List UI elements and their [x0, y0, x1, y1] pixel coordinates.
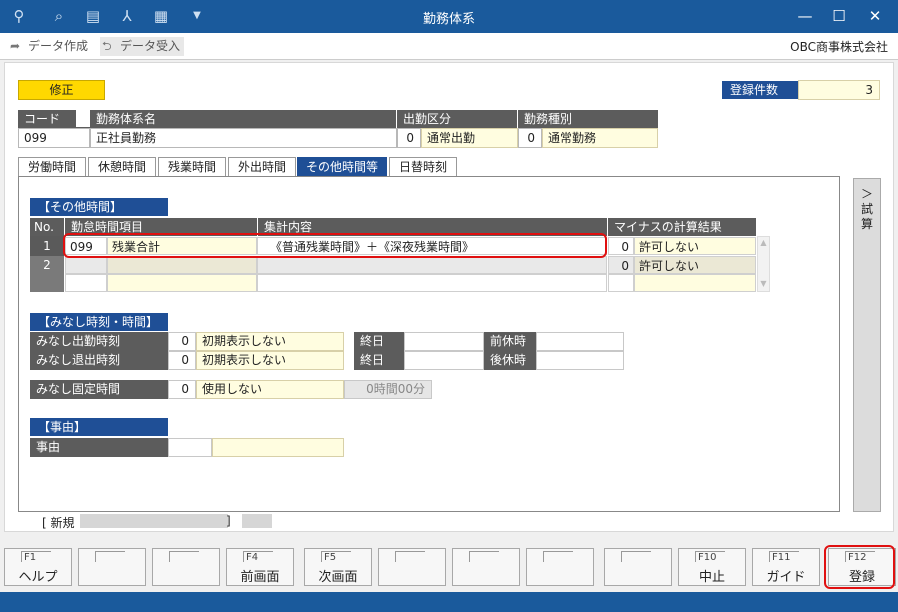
- record-count-label: 登録件数: [722, 81, 798, 99]
- status-redacted-2: [242, 514, 272, 528]
- minus-result-cell: [634, 274, 756, 292]
- deemed-in-endday-label: 終日: [354, 332, 404, 351]
- before-rest-label: 前休時: [484, 332, 536, 351]
- minimize-button[interactable]: —: [792, 6, 818, 26]
- item-code-cell[interactable]: [65, 256, 107, 274]
- row-number[interactable]: 2: [30, 256, 64, 274]
- scroll-up-icon[interactable]: ▲: [758, 238, 769, 247]
- f2-button[interactable]: [78, 548, 146, 586]
- worktype-name-field: 通常勤務: [542, 128, 658, 148]
- status-suffix: ]: [226, 514, 231, 528]
- col-code-header: コード: [18, 110, 76, 128]
- item-name-cell: [107, 256, 257, 274]
- tab-other-time[interactable]: その他時間等: [297, 157, 387, 177]
- data-create-button[interactable]: ➦ データ作成: [8, 37, 88, 56]
- mode-badge: 修正: [18, 80, 105, 100]
- f7-button[interactable]: [452, 548, 520, 586]
- trial-calc-label: ＞試算: [861, 187, 874, 231]
- record-count-value: 3: [798, 80, 880, 100]
- deemed-title: 【みなし時刻・時間】: [30, 313, 168, 331]
- col-minus-header: マイナスの計算結果: [608, 218, 756, 236]
- after-rest-label: 後休時: [484, 351, 536, 370]
- close-button[interactable]: ✕: [862, 6, 888, 26]
- f1-help-button[interactable]: F1 ヘルプ: [4, 548, 72, 586]
- deemed-fixed-label: みなし固定時間: [30, 380, 168, 399]
- row-number[interactable]: [30, 274, 64, 292]
- f9-button[interactable]: [604, 548, 672, 586]
- attendance-code-field[interactable]: 0: [397, 128, 421, 148]
- worktype-code-field[interactable]: 0: [518, 128, 542, 148]
- f4-prev-screen-button[interactable]: F4 前画面: [226, 548, 294, 586]
- data-create-label: データ作成: [28, 39, 89, 53]
- window-title: 勤務体系: [422, 12, 475, 27]
- deemed-out-label: みなし退出時刻: [30, 351, 168, 370]
- title-bar: ⚲ ⌕ ▤ ⅄ ▦ ▼ 勤務体系 — ☐ ✕: [0, 0, 898, 33]
- code-field[interactable]: 099: [18, 128, 90, 148]
- deemed-out-endday-field[interactable]: [404, 351, 484, 370]
- minus-result-cell: 許可しない: [634, 237, 756, 255]
- tab-break-time[interactable]: 休憩時間: [88, 157, 156, 177]
- name-field[interactable]: 正社員勤務: [90, 128, 397, 148]
- trial-calc-button[interactable]: ＞試算: [853, 178, 881, 512]
- minus-code-cell[interactable]: [608, 274, 634, 292]
- deemed-fixed-value: 使用しない: [196, 380, 344, 399]
- tab-outing-time[interactable]: 外出時間: [228, 157, 296, 177]
- export-icon: ➦: [10, 39, 21, 53]
- other-time-title: 【その他時間】: [30, 198, 168, 216]
- deemed-out-value: 初期表示しない: [196, 351, 344, 370]
- tab-labor-time[interactable]: 労働時間: [18, 157, 86, 177]
- grid-scrollbar[interactable]: ▲ ▼: [757, 236, 770, 292]
- deemed-in-value: 初期表示しない: [196, 332, 344, 351]
- f11-guide-button[interactable]: F11 ガイド: [752, 548, 820, 586]
- f3-button[interactable]: [152, 548, 220, 586]
- deemed-fixed-code[interactable]: 0: [168, 380, 196, 399]
- row-number[interactable]: 1: [30, 236, 64, 256]
- minus-code-cell[interactable]: 0: [608, 237, 634, 255]
- reason-label: 事由: [30, 438, 168, 457]
- scroll-down-icon[interactable]: ▼: [758, 279, 769, 288]
- deemed-fixed-time: 0時間00分: [344, 380, 432, 399]
- attendance-name-field: 通常出勤: [421, 128, 518, 148]
- deemed-in-label: みなし出勤時刻: [30, 332, 168, 351]
- company-name: OBC商事株式会社: [790, 40, 888, 54]
- reason-value-field: [212, 438, 344, 457]
- tab-overtime[interactable]: 残業時間: [158, 157, 226, 177]
- col-no-header: No.: [30, 218, 64, 236]
- toolbar: ➦ データ作成 ⮌ データ受入 OBC商事株式会社: [0, 33, 898, 60]
- item-name-cell: [107, 274, 257, 292]
- item-code-cell[interactable]: [65, 274, 107, 292]
- deemed-out-endday-label: 終日: [354, 351, 404, 370]
- reason-title: 【事由】: [30, 418, 168, 436]
- minus-code-cell[interactable]: 0: [608, 256, 634, 274]
- bottom-bar: [0, 592, 898, 612]
- f10-cancel-button[interactable]: F10 中止: [678, 548, 746, 586]
- deemed-out-code[interactable]: 0: [168, 351, 196, 370]
- data-receive-label: データ受入: [120, 39, 181, 53]
- reason-code-field[interactable]: [168, 438, 212, 457]
- calc-content-cell[interactable]: [257, 274, 607, 292]
- f6-button[interactable]: [378, 548, 446, 586]
- col-attendance-header: 出勤区分: [397, 110, 517, 128]
- calc-content-cell[interactable]: [257, 256, 607, 274]
- col-worktype-header: 勤務種別: [518, 110, 658, 128]
- tab-day-switch-time[interactable]: 日替時刻: [389, 157, 457, 177]
- data-receive-button[interactable]: ⮌ データ受入: [100, 37, 185, 56]
- register-highlight-box: [824, 545, 895, 589]
- deemed-in-code[interactable]: 0: [168, 332, 196, 351]
- col-name-header: 勤務体系名: [90, 110, 396, 128]
- deemed-in-endday-field[interactable]: [404, 332, 484, 351]
- status-prefix: [ 新規: [42, 516, 75, 530]
- highlight-box: [63, 233, 607, 258]
- after-rest-field[interactable]: [536, 351, 624, 370]
- maximize-button[interactable]: ☐: [826, 6, 852, 26]
- f8-button[interactable]: [526, 548, 594, 586]
- import-icon: ⮌: [102, 39, 112, 53]
- minus-result-cell: 許可しない: [634, 256, 756, 274]
- status-redacted: [80, 514, 228, 528]
- before-rest-field[interactable]: [536, 332, 624, 351]
- f5-next-screen-button[interactable]: F5 次画面: [304, 548, 372, 586]
